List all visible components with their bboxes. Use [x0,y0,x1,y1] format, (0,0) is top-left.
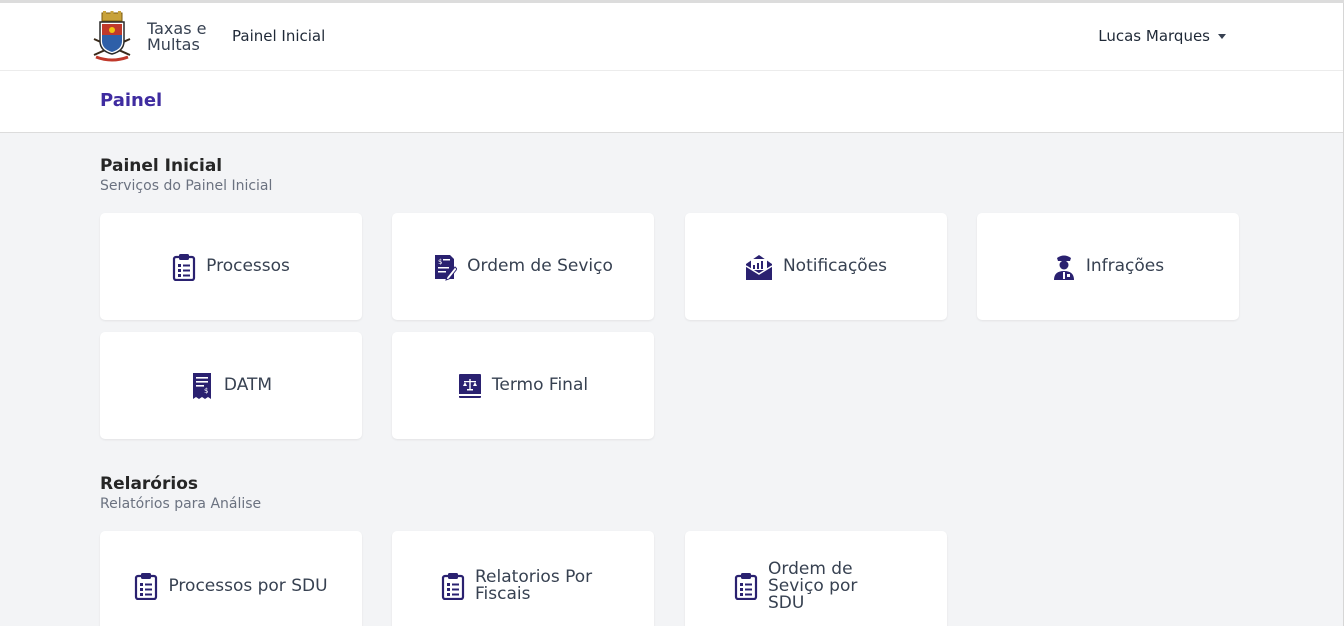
user-menu-dropdown[interactable]: Lucas Marques [1098,27,1226,45]
card-notificacoes[interactable]: Notificações [685,213,947,320]
svg-text:$: $ [204,387,208,395]
envelope-chart-icon [745,254,773,280]
card-label: Processos por SDU [168,575,328,596]
card-label: Relatorios Por Fiscais [475,567,593,604]
card-label: DATM [223,375,273,395]
police-officer-icon [1053,255,1074,280]
clipboard-list-icon [135,573,158,600]
card-label: Ordem de Seviço por SDU [768,558,858,613]
card-relatorios-por-fiscais[interactable]: Relatorios Por Fiscais [392,531,654,626]
card-ordem-de-servico-por-sdu[interactable]: Ordem de Seviço por SDU [685,531,947,626]
receipt-icon: $ [192,372,211,399]
section-title-painel-inicial: Painel Inicial [100,156,223,176]
coat-of-arms-logo [93,11,131,62]
law-book-icon [458,373,481,398]
card-datm[interactable]: $ DATM [100,332,362,439]
section-title-relatorios: Relarórios [100,474,198,494]
navbar: Taxas e Multas Painel Inicial Lucas Marq… [0,3,1343,71]
document-edit-icon: $ [435,254,458,281]
card-infracoes[interactable]: Infrações [977,213,1239,320]
card-processos-por-sdu[interactable]: Processos por SDU [100,531,362,626]
brand-line-2: Multas [147,35,200,54]
page-title: Painel [100,90,163,111]
section-subtitle-relatorios: Relatórios para Análise [100,496,262,512]
card-label: Termo Final [491,375,589,395]
card-termo-final[interactable]: Termo Final [392,332,654,439]
nav-link-painel-inicial[interactable]: Painel Inicial [232,27,325,45]
card-label: Infrações [1085,256,1165,276]
clipboard-list-icon [734,573,758,600]
clipboard-list-icon [441,573,465,600]
card-label: Ordem de Seviço [467,256,613,276]
caret-down-icon [1218,33,1226,39]
page-header: Painel [0,71,1343,133]
user-name: Lucas Marques [1098,27,1210,45]
card-ordem-de-servico[interactable]: $ Ordem de Seviço [392,213,654,320]
svg-text:$: $ [438,258,442,266]
card-label: Processos [206,256,290,276]
brand-name: Taxas e Multas [147,21,217,53]
card-label: Notificações [782,256,888,276]
card-processos[interactable]: Processos [100,213,362,320]
section-subtitle-painel-inicial: Serviços do Painel Inicial [100,178,273,194]
brand[interactable]: Taxas e Multas [88,11,217,63]
clipboard-list-icon [173,253,196,281]
